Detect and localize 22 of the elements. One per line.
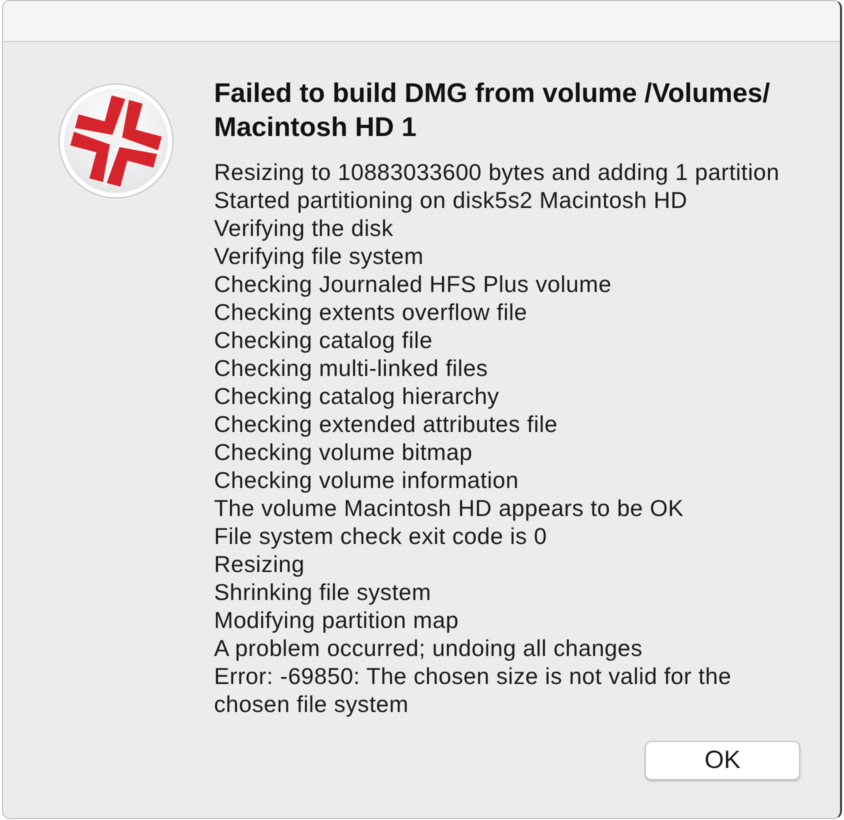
log-line: Checking volume bitmap [214, 438, 474, 466]
ok-button[interactable]: OK [645, 741, 800, 780]
log-line: Checking extended attributes file [214, 410, 559, 438]
log-line: Resizing [214, 550, 306, 578]
log-line: Started partitioning on disk5s2 Macintosh HD [214, 186, 688, 214]
log-line: Verifying the disk [214, 214, 394, 242]
log-line: Modifying partition map [214, 606, 460, 634]
log-line: Error: -69850: The chosen size is not valid for the chosen file system [214, 662, 732, 718]
log-line: File system check exit code is 0 [214, 522, 548, 550]
log-line: Shrinking file system [214, 578, 432, 606]
log-line: Checking volume information [214, 466, 520, 494]
log-line: Checking extents overflow file [214, 298, 528, 326]
log-line: Checking catalog hierarchy [214, 382, 500, 410]
log-line: Resizing to 10883033600 bytes and adding 1 partition [214, 158, 780, 186]
log-line: Verifying file system [214, 242, 425, 270]
log-line: Checking catalog file [214, 326, 434, 354]
log-line: Checking Journaled HFS Plus volume [214, 270, 613, 298]
log-line: Checking multi-linked files [214, 354, 489, 382]
dialog-title: Failed to build DMG from volume /Volumes/ Macintosh HD 1 [214, 77, 772, 144]
log-line: The volume Macintosh HD appears to be OK [214, 494, 685, 522]
log-line: A problem occurred; undoing all changes [214, 634, 644, 662]
app-logo-icon [58, 83, 174, 199]
